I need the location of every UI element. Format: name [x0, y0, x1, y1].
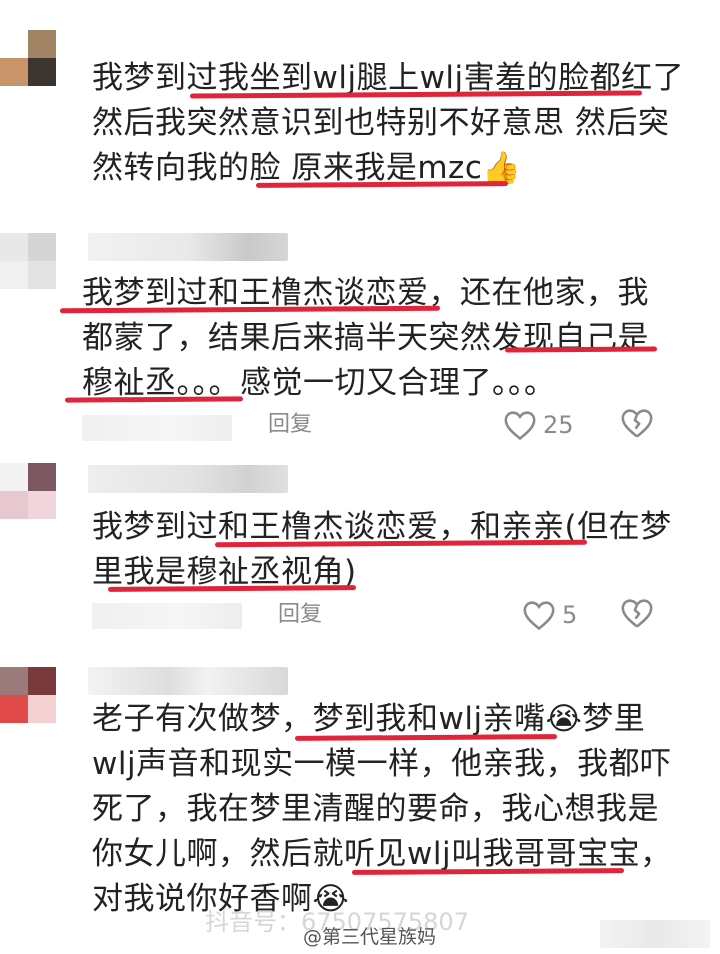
- username-blurred[interactable]: [88, 667, 288, 695]
- heart-icon: [523, 601, 555, 631]
- comment-text-line: 死了，我在梦里清醒的要命，我心想我是: [92, 791, 659, 827]
- broken-heart-icon: [621, 409, 653, 438]
- broken-heart-icon: [621, 599, 653, 628]
- reply-button[interactable]: 回复: [278, 595, 322, 635]
- comment-text-line: wlj声音和现实一模一样，他亲我，我都吓: [92, 746, 672, 782]
- like-count: 25: [543, 411, 574, 439]
- avatar[interactable]: [0, 463, 56, 519]
- like-button[interactable]: 25: [503, 405, 574, 445]
- comment-date-blurred: [82, 415, 232, 441]
- like-button[interactable]: 5: [522, 595, 577, 635]
- highlight-underline: [504, 346, 658, 353]
- comment-text-line: 然后我突然意识到也特别不好意思 然后突: [92, 105, 670, 141]
- comment-1: 我梦到过我坐到wlj腿上wlj害羞的脸都红了 然后我突然意识到也特别不好意思 然…: [0, 0, 720, 215]
- comment-text-line: 老子有次做梦，梦到我和wlj亲嘴😭梦里: [92, 701, 646, 737]
- heart-icon: [504, 411, 536, 441]
- like-count: 5: [562, 601, 578, 629]
- blurred-region: [600, 920, 710, 948]
- reply-button[interactable]: 回复: [268, 405, 312, 445]
- dislike-button[interactable]: [620, 597, 656, 633]
- weibo-watermark: @第三代星族妈: [303, 926, 437, 948]
- username-blurred[interactable]: [88, 233, 288, 261]
- comment-3: 我梦到过和王橹杰谈恋爱，和亲亲(但在梦 里我是穆祉丞视角) 回复 5: [0, 455, 720, 655]
- username-blurred[interactable]: [88, 465, 288, 493]
- comment-date-blurred: [92, 603, 242, 629]
- dislike-button[interactable]: [620, 407, 656, 443]
- highlight-underline: [294, 734, 558, 741]
- avatar[interactable]: [0, 667, 56, 723]
- comment-2: 我梦到过和王橹杰谈恋爱，还在他家，我 都蒙了，结果后来搞半天突然发现自己是 穆祉…: [0, 215, 720, 455]
- avatar[interactable]: [0, 233, 56, 289]
- avatar[interactable]: [0, 30, 56, 86]
